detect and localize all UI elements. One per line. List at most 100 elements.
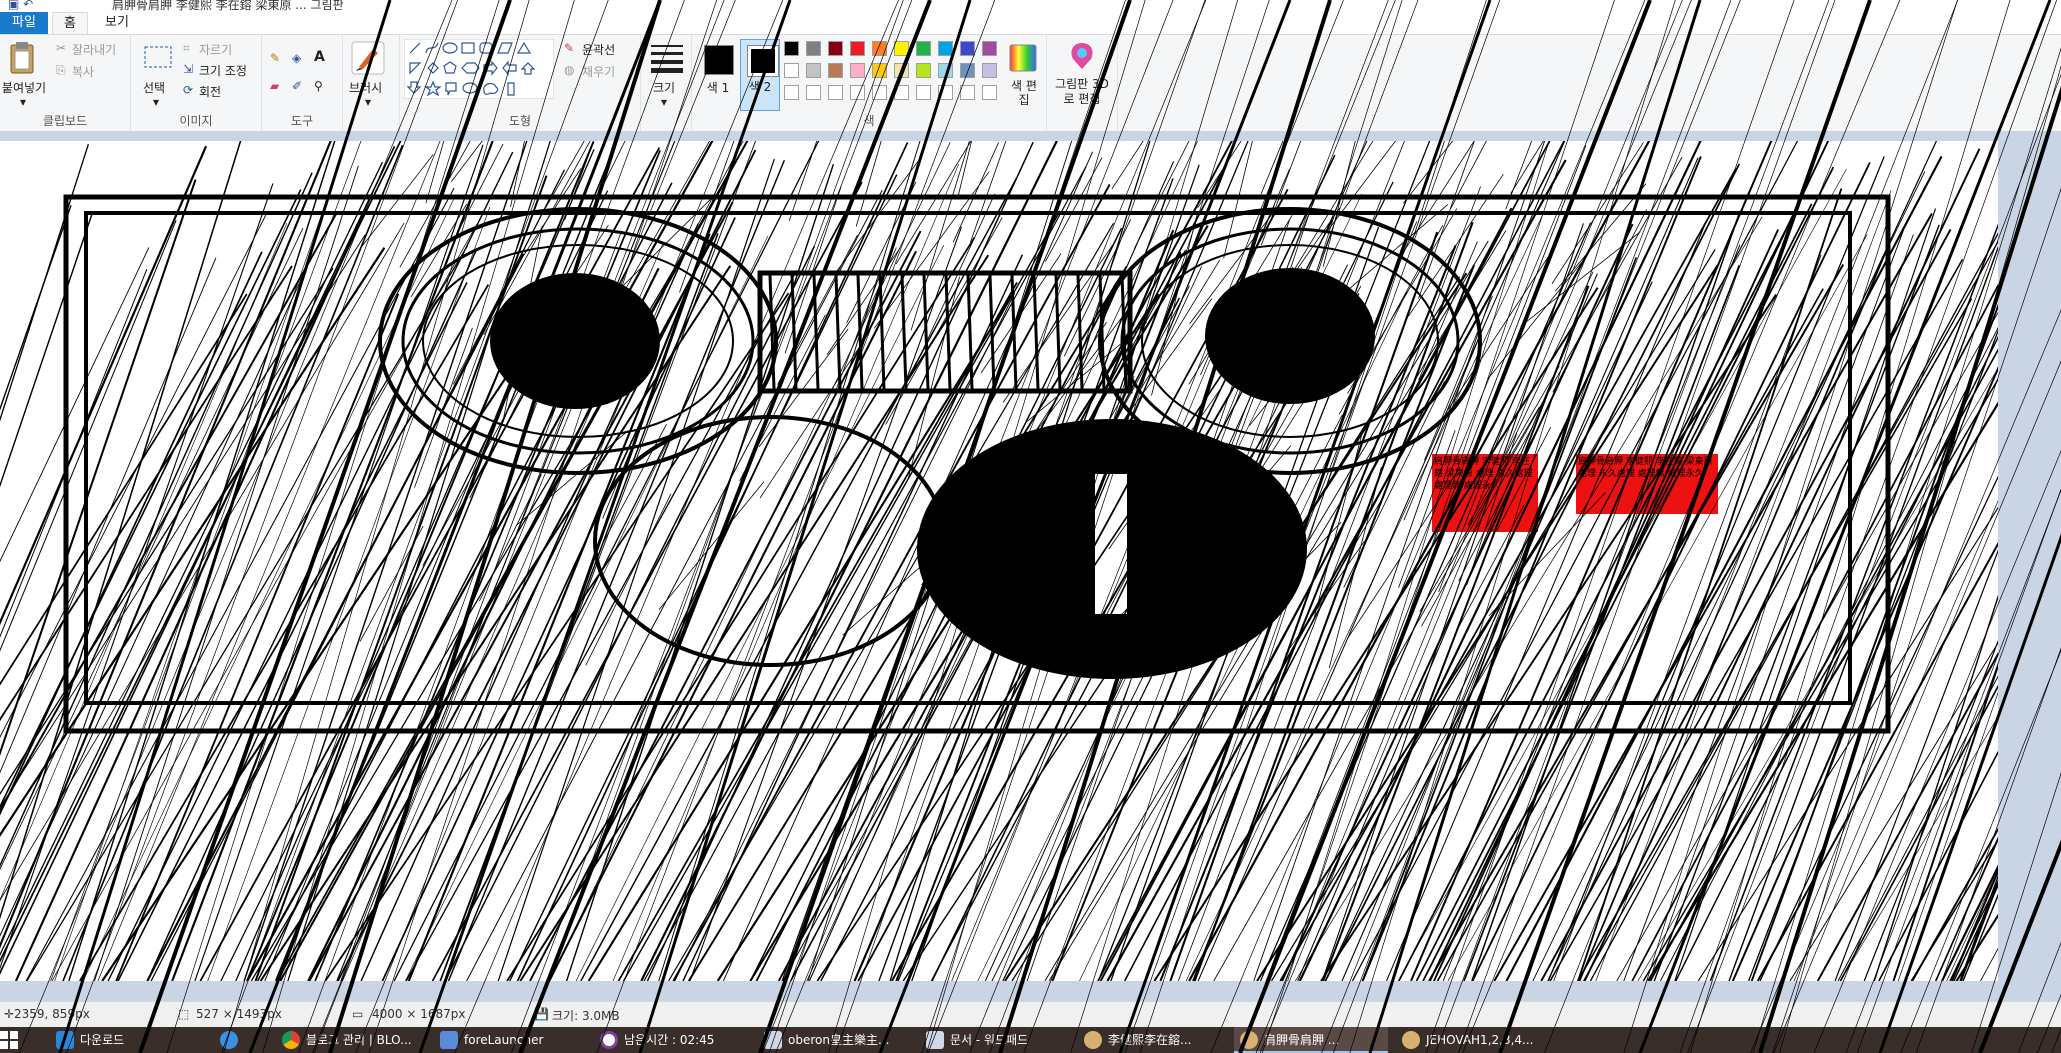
edit-colors-button[interactable]: 색 편집 <box>1010 79 1038 107</box>
taskbar-item-ie[interactable] <box>210 1027 274 1053</box>
chrome-icon <box>282 1031 300 1049</box>
tools-group-label: 도구 <box>290 114 314 128</box>
colors-group-label: 색 <box>863 114 875 128</box>
edit-colors-icon[interactable] <box>1008 43 1038 73</box>
ie-icon <box>220 1031 238 1049</box>
palette-swatch[interactable] <box>938 63 953 78</box>
palette-swatch[interactable] <box>828 41 843 56</box>
color2-label: 색 2 <box>748 80 772 94</box>
size-button[interactable]: 크기 <box>653 79 675 96</box>
taskbar: 다운로드 블로그 관리 | BLO... foreLauncher 남은시간 :… <box>0 1027 2061 1053</box>
palette-swatch[interactable] <box>916 41 931 56</box>
palette-swatch[interactable] <box>960 41 975 56</box>
workspace: 肩胛骨肩胛 李健熙 李在鎔 梁東原 處理 永久處理 處理無 處理永久 肩胛骨肩胛… <box>0 131 2061 1011</box>
clipboard-group: 붙여넣기 ▾ ✂ 잘라내기 ⎘ 복사 클립보드 <box>0 35 131 131</box>
palette-swatch[interactable] <box>894 41 909 56</box>
cursor-icon: ✛ <box>4 1007 15 1021</box>
palette-swatch[interactable] <box>806 85 821 100</box>
palette-swatch[interactable] <box>894 85 909 100</box>
palette-swatch[interactable] <box>872 63 887 78</box>
color2-button[interactable]: 색 2 <box>740 39 780 111</box>
palette-swatch[interactable] <box>982 85 997 100</box>
palette-swatch[interactable] <box>850 63 865 78</box>
palette-swatch[interactable] <box>784 41 799 56</box>
color1-swatch <box>704 45 734 75</box>
palette-swatch[interactable] <box>916 85 931 100</box>
palette-swatch[interactable] <box>784 63 799 78</box>
palette-swatch[interactable] <box>806 41 821 56</box>
palette-swatch[interactable] <box>850 85 865 100</box>
palette-swatch[interactable] <box>828 85 843 100</box>
taskbar-item-forelauncher[interactable]: foreLauncher <box>434 1027 584 1053</box>
taskbar-item-oberon[interactable]: oberon皇主樂主... <box>758 1027 908 1053</box>
canvas-drawing <box>0 141 1998 981</box>
outline-button[interactable]: 윤곽선 <box>582 41 615 58</box>
palette-swatch[interactable] <box>938 85 953 100</box>
paste-icon[interactable] <box>8 41 36 75</box>
red-box-text-right: 肩胛骨肩胛 李健熙 李在鎔 梁東原 處理 永久處理 處理無 處理永久 <box>1578 457 1713 479</box>
tab-view[interactable]: 보기 <box>100 12 134 34</box>
brush-icon[interactable] <box>351 41 385 75</box>
palette-swatch[interactable] <box>784 85 799 100</box>
tab-home[interactable]: 홈 <box>52 12 88 35</box>
palette-swatch[interactable] <box>850 41 865 56</box>
taskbar-item-paint-active[interactable]: 肩胛骨肩胛 ... <box>1234 1027 1388 1053</box>
palette-swatch[interactable] <box>916 63 931 78</box>
start-button[interactable] <box>0 1027 40 1053</box>
paint3d-group: 그림판 3D로 편집 <box>1047 35 1118 131</box>
select-button[interactable]: 선택 <box>143 79 165 96</box>
taskbar-item-timer[interactable]: 남은시간 : 02:45 <box>594 1027 744 1053</box>
size-group: 크기 ▾ <box>641 35 692 131</box>
resize-button[interactable]: 크기 조정 <box>199 62 247 79</box>
paint3d-button[interactable]: 그림판 3D로 편집 <box>1051 77 1113 107</box>
paint3d-icon[interactable] <box>1067 41 1097 71</box>
canvas-size: 4000 × 1687px <box>372 1007 466 1021</box>
crop-button[interactable]: 자르기 <box>199 41 232 58</box>
red-box-text-left: 肩胛骨肩胛 李健熙 李在鎔 梁東原 處理 永久處理 處理無 處理永久 <box>1434 457 1533 491</box>
shapes-group: ✎ 윤곽선 ◍ 채우기 도형 <box>400 35 641 131</box>
line-size-icon[interactable] <box>651 43 683 73</box>
eraser-icon[interactable]: ▰ <box>270 79 279 93</box>
palette-swatch[interactable] <box>872 41 887 56</box>
taskbar-item-downloads[interactable]: 다운로드 <box>50 1027 200 1053</box>
tab-file[interactable]: 파일 <box>0 12 48 34</box>
copy-button[interactable]: 복사 <box>72 63 94 80</box>
fill-icon[interactable]: ◈ <box>292 51 301 65</box>
palette-swatch[interactable] <box>806 63 821 78</box>
color-picker-icon[interactable]: ✐ <box>292 79 302 93</box>
image-group-label: 이미지 <box>179 114 213 128</box>
select-icon[interactable] <box>143 45 173 69</box>
fill-shape-button[interactable]: 채우기 <box>582 63 615 80</box>
palette-swatch[interactable] <box>960 85 975 100</box>
drawing-canvas[interactable]: 肩胛骨肩胛 李健熙 李在鎔 梁東原 處理 永久處理 處理無 處理永久 肩胛骨肩胛… <box>0 141 1998 981</box>
document-icon <box>764 1031 782 1049</box>
paste-button[interactable]: 붙여넣기 <box>0 79 48 96</box>
shapes-gallery[interactable] <box>404 39 554 99</box>
magnifier-icon[interactable]: ⚲ <box>314 79 323 93</box>
cut-button[interactable]: 잘라내기 <box>72 41 116 58</box>
rotate-button[interactable]: 회전 <box>199 83 221 100</box>
taskbar-item-paint-1[interactable]: 李健熙李在鎔... <box>1078 1027 1228 1053</box>
brushes-button[interactable]: 브러시 <box>349 79 382 96</box>
palette-swatch[interactable] <box>938 41 953 56</box>
text-icon[interactable]: A <box>314 49 325 65</box>
copy-icon: ⎘ <box>56 63 66 77</box>
color1-button[interactable]: 색 1 <box>700 41 736 111</box>
quick-access-icons[interactable]: ▣ ↶ <box>8 0 33 11</box>
palette-swatch[interactable] <box>828 63 843 78</box>
palette-swatch[interactable] <box>982 63 997 78</box>
status-bar: ✛ 2359, 859px ⬚ 527 × 1493px ▭ 4000 × 16… <box>0 1001 2061 1028</box>
ribbon-tabs: 파일 홈 보기 <box>0 12 2061 35</box>
resize-icon: ⇲ <box>183 62 194 76</box>
taskbar-item-paint-2[interactable]: JEHOVAH1,2,3,4... <box>1396 1027 1546 1053</box>
taskbar-item-chrome[interactable]: 블로그 관리 | BLO... <box>276 1027 426 1053</box>
taskbar-item-wordpad[interactable]: 문서 - 워드패드 <box>920 1027 1070 1053</box>
file-size-icon: 💾 <box>534 1007 549 1021</box>
palette-swatch[interactable] <box>872 85 887 100</box>
crop-icon: ⌗ <box>183 41 190 55</box>
pencil-icon[interactable]: ✎ <box>270 51 280 65</box>
palette-swatch[interactable] <box>982 41 997 56</box>
palette-swatch[interactable] <box>960 63 975 78</box>
fill-shape-icon: ◍ <box>564 63 575 77</box>
palette-swatch[interactable] <box>894 63 909 78</box>
